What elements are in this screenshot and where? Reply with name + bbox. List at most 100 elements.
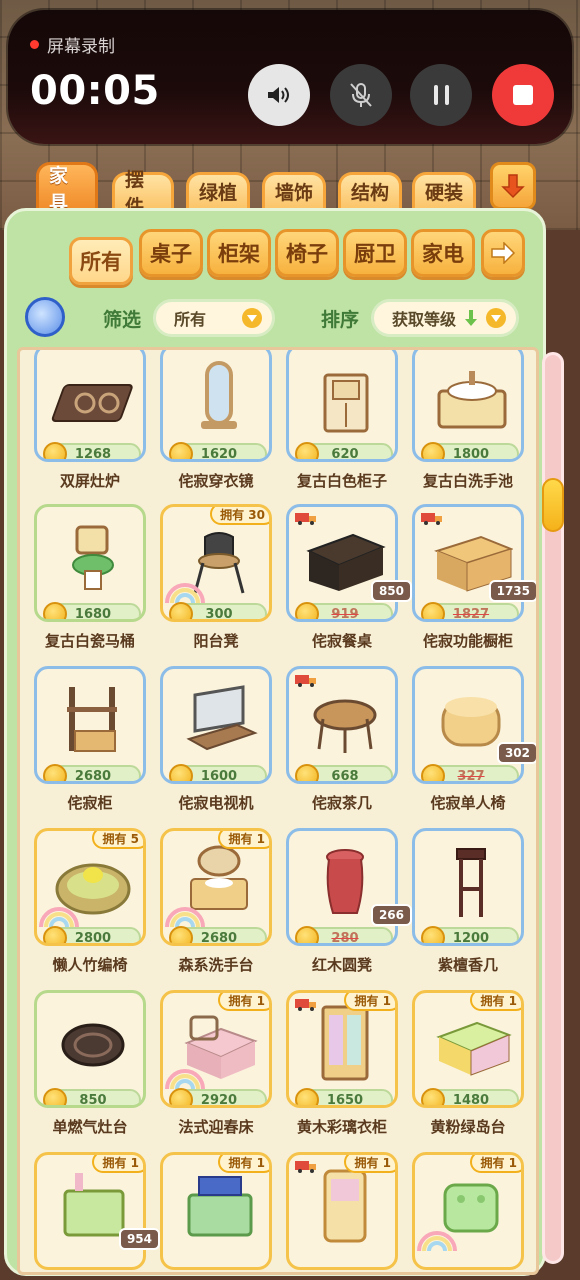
furniture-item[interactable]: 280 266 红木圆凳	[286, 828, 412, 986]
item-card[interactable]: 1800	[412, 350, 524, 462]
item-name: 单燃气灶台	[52, 1118, 128, 1136]
mute-mic-button[interactable]	[330, 64, 392, 126]
recording-timer: 00:05	[30, 68, 160, 114]
item-card[interactable]: 1827	[412, 504, 524, 622]
item-card[interactable]: 620	[286, 350, 398, 462]
item-card[interactable]: 1200	[412, 828, 524, 946]
item-name: 复古白色柜子	[296, 472, 387, 490]
item-card[interactable]: 280	[286, 828, 398, 946]
furniture-item[interactable]: 拥有 1 1480 黄粉绿岛台	[412, 990, 530, 1148]
furniture-item[interactable]: 1268 双屏灶炉	[34, 350, 152, 502]
item-card[interactable]: 拥有 1	[34, 1152, 146, 1270]
item-card[interactable]: 拥有 1 1650	[286, 990, 398, 1108]
item-card[interactable]: 1620	[160, 350, 272, 462]
furniture-item[interactable]: 拥有 5 2800 懒人竹编椅	[34, 828, 152, 986]
sale-price-tag: 1735	[488, 580, 536, 602]
item-price: 1650	[326, 1092, 364, 1108]
price-bar: 1480	[421, 1088, 519, 1105]
tab-furniture[interactable]: 家具	[36, 162, 98, 214]
tab-plants[interactable]: 绿植	[186, 172, 250, 208]
furniture-item[interactable]: 拥有 1 2920 法式迎春床	[160, 990, 278, 1148]
item-card[interactable]: 668	[286, 666, 398, 784]
speaker-icon	[268, 87, 289, 103]
furniture-item[interactable]: 327 302 侘寂单人椅	[412, 666, 536, 824]
item-card[interactable]: 拥有 1 2920	[160, 990, 272, 1108]
coin-icon	[43, 442, 67, 459]
scrollbar-thumb[interactable]	[542, 478, 564, 532]
category-down-button[interactable]	[490, 162, 536, 210]
price-bar: 2680	[43, 764, 141, 781]
item-card[interactable]: 拥有 1	[412, 1152, 524, 1270]
coin-icon	[421, 764, 445, 781]
furniture-item[interactable]: 668 侘寂茶几	[286, 666, 404, 824]
furniture-item[interactable]: 919 850 侘寂餐桌	[286, 504, 412, 662]
pause-recording-button[interactable]	[410, 64, 472, 126]
stop-recording-button[interactable]	[492, 64, 554, 126]
search-icon[interactable]	[25, 297, 65, 337]
item-card[interactable]: 2680	[34, 666, 146, 784]
rainbow-icon	[417, 1231, 457, 1251]
furniture-item[interactable]: 1200 紫檀香几	[412, 828, 530, 986]
furniture-item[interactable]: 1827 1735 侘寂功能橱柜	[412, 504, 536, 662]
sink-white-icon	[437, 371, 507, 429]
owned-count-badge: 拥有 1	[470, 993, 521, 1011]
rainbow-icon	[165, 1069, 205, 1089]
item-price: 1827	[452, 606, 490, 622]
furniture-item[interactable]: 拥有 1 2680 森系洗手台	[160, 828, 278, 986]
price-bar: 1600	[169, 764, 267, 781]
filter-select[interactable]: 所有	[153, 299, 275, 337]
tab-wall-decor[interactable]: 墙饰	[262, 172, 326, 208]
sort-select[interactable]: 获取等级	[371, 299, 519, 337]
furniture-item[interactable]: 拥有 1 954	[34, 1152, 160, 1272]
screen-recording-bar: 屏幕录制 00:05	[8, 10, 572, 144]
furniture-item[interactable]: 拥有 1	[286, 1152, 404, 1272]
sale-price-tag: 266	[370, 904, 412, 926]
item-name: 侘寂单人椅	[430, 794, 506, 812]
item-card[interactable]: 拥有 1	[286, 1152, 398, 1270]
furniture-item[interactable]: 拥有 30 300 阳台凳	[160, 504, 278, 662]
subtab-cabinets[interactable]: 柜架	[207, 229, 271, 277]
tab-hardware[interactable]: 硬装	[412, 172, 476, 208]
filter-label: 筛选	[103, 309, 142, 331]
item-card[interactable]: 拥有 1 2680	[160, 828, 272, 946]
item-card[interactable]: 1268	[34, 350, 146, 462]
furniture-item[interactable]: 1680 复古白瓷马桶	[34, 504, 152, 662]
item-card[interactable]: 1680	[34, 504, 146, 622]
furniture-item[interactable]: 拥有 1	[160, 1152, 278, 1272]
item-card[interactable]: 拥有 1 1480	[412, 990, 524, 1108]
item-card[interactable]: 919	[286, 504, 398, 622]
subtab-chairs[interactable]: 椅子	[275, 229, 339, 277]
item-card[interactable]: 327	[412, 666, 524, 784]
subtab-kitchen-bath[interactable]: 厨卫	[343, 229, 407, 277]
recording-dot-icon	[30, 40, 39, 49]
subtab-appliances[interactable]: 家电	[411, 229, 475, 277]
subtab-next-button[interactable]	[481, 229, 525, 277]
item-card[interactable]: 拥有 5 2800	[34, 828, 146, 946]
stop-icon	[513, 85, 533, 105]
delivery-truck-icon	[295, 675, 316, 687]
furniture-item[interactable]: 拥有 1 1650 黄木彩璃衣柜	[286, 990, 404, 1148]
sort-value: 获取等级	[392, 310, 457, 329]
speaker-button[interactable]	[248, 64, 310, 126]
subtab-all[interactable]: 所有	[69, 237, 133, 285]
wardrobe-icon	[321, 1005, 369, 1081]
furniture-item[interactable]: 620 复古白色柜子	[286, 350, 404, 502]
furniture-item[interactable]: 850 单燃气灶台	[34, 990, 152, 1148]
furniture-item[interactable]: 2680 侘寂柜	[34, 666, 152, 824]
furniture-item[interactable]: 1800 复古白洗手池	[412, 350, 530, 502]
item-price: 1620	[200, 446, 238, 462]
tab-structure[interactable]: 结构	[338, 172, 402, 208]
price-bar: 620	[295, 442, 393, 459]
item-card[interactable]: 850	[34, 990, 146, 1108]
item-price: 300	[205, 606, 233, 622]
item-card[interactable]: 拥有 1	[160, 1152, 272, 1270]
item-card[interactable]: 拥有 30 300	[160, 504, 272, 622]
furniture-item[interactable]: 1620 侘寂穿衣镜	[160, 350, 278, 502]
tab-ornaments[interactable]: 摆件	[112, 169, 174, 218]
furniture-item[interactable]: 拥有 1	[412, 1152, 530, 1272]
subtab-tables[interactable]: 桌子	[139, 229, 203, 277]
item-name: 双屏灶炉	[59, 472, 120, 490]
furniture-item[interactable]: 1600 侘寂电视机	[160, 666, 278, 824]
item-card[interactable]: 1600	[160, 666, 272, 784]
green-stove-icon	[187, 1176, 253, 1237]
